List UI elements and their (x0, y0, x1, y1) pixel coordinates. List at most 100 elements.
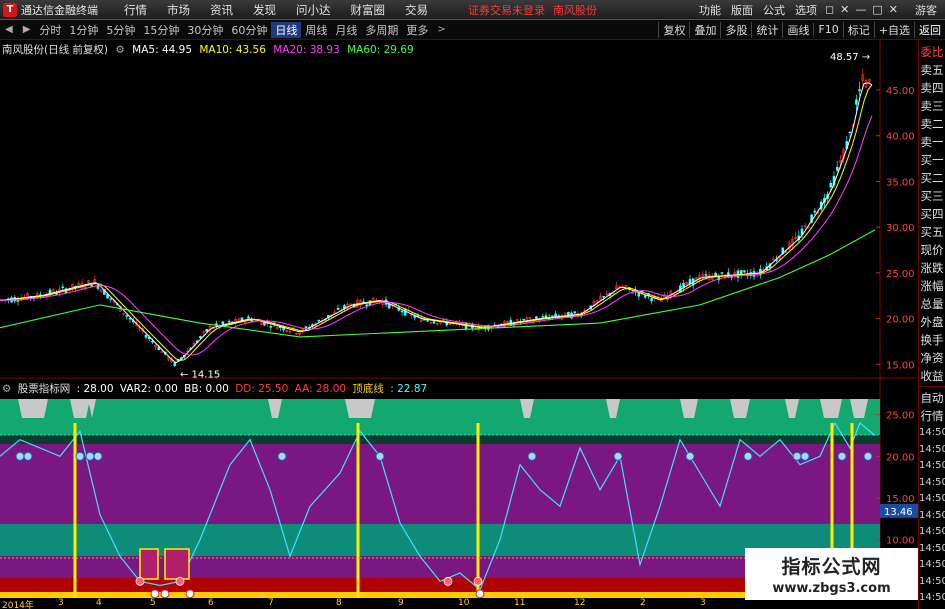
period-5min[interactable]: 5分钟 (102, 22, 139, 38)
menu-options[interactable]: 选项 (790, 2, 822, 18)
period-60min[interactable]: 60分钟 (227, 22, 271, 38)
rp-bid3[interactable]: 买三 (919, 187, 945, 205)
rp-time-row: 14:50 (919, 476, 945, 488)
candle-body (643, 295, 647, 298)
rp-ask1[interactable]: 卖一 (919, 133, 945, 151)
minimize-icon[interactable]: — (852, 3, 869, 16)
period-daily[interactable]: 日线 (271, 21, 302, 38)
rp-change[interactable]: 涨跌 (919, 259, 945, 277)
sell-signal-marker (277, 451, 287, 461)
candle-body (848, 131, 852, 134)
menu-trade[interactable]: 交易 (395, 2, 438, 18)
menu-functions[interactable]: 功能 (694, 2, 726, 18)
sell-signal-marker (837, 451, 847, 461)
f10-button[interactable]: F10 (813, 23, 842, 36)
candle-body (829, 182, 833, 188)
more-chevron-icon[interactable]: > (432, 24, 450, 35)
rp-price[interactable]: 现价 (919, 241, 945, 259)
plus-marker-icon (150, 589, 160, 599)
sell-signal-marker (685, 451, 695, 461)
rp-ask2[interactable]: 卖二 (919, 115, 945, 133)
next-arrow-icon[interactable]: ▶ (18, 24, 36, 35)
watermark-title: 指标公式网 (781, 556, 882, 578)
settings-gear-icon[interactable]: ⚙ (115, 44, 124, 56)
plus-marker-icon (475, 589, 485, 599)
signal-notch (18, 399, 48, 418)
rp-net-assets[interactable]: 净资 (919, 349, 945, 367)
rp-committee-ratio[interactable]: 委比 (919, 43, 945, 61)
period-monthly[interactable]: 月线 (331, 22, 361, 38)
statistics-button[interactable]: 统计 (751, 21, 782, 38)
period-intraday[interactable]: 分时 (35, 22, 65, 38)
chart-canvas[interactable]: 45.00 40.00 35.00 30.00 25.00 20.00 15.00 48.57… (0, 40, 918, 600)
current-stock-name: 南风股份 (553, 3, 597, 17)
x-tick: 3 (700, 598, 706, 608)
close-icon[interactable]: ✕ (886, 3, 901, 16)
signal-spike-bar (73, 423, 77, 598)
ind-tick-label: 20.00 (886, 452, 915, 463)
rp-ask4[interactable]: 卖四 (919, 79, 945, 97)
period-15min[interactable]: 15分钟 (139, 22, 183, 38)
candle-body (813, 210, 817, 213)
rp-volume[interactable]: 总量 (919, 295, 945, 313)
buy-signal-marker (443, 576, 453, 586)
rp-ask3[interactable]: 卖三 (919, 97, 945, 115)
period-multi[interactable]: 多周期 (361, 22, 402, 38)
rp-outer-volume[interactable]: 外盘 (919, 313, 945, 331)
rp-bid2[interactable]: 买二 (919, 169, 945, 187)
candle-body (173, 362, 177, 366)
candle-body (144, 334, 148, 338)
menu-market[interactable]: 市场 (157, 2, 200, 18)
y-tick-label: 35.00 (886, 177, 915, 188)
indicator-name[interactable]: 股票指标网 (18, 383, 71, 395)
draw-line-button[interactable]: 画线 (782, 21, 813, 38)
prev-arrow-icon[interactable]: ◀ (0, 24, 18, 35)
buy-signal-marker (175, 576, 185, 586)
rp-time-row: 14:50 (919, 509, 945, 521)
rp-bid1[interactable]: 买一 (919, 151, 945, 169)
restore-rights-button[interactable]: 复权 (658, 21, 689, 38)
overlay-button[interactable]: 叠加 (689, 21, 720, 38)
indicator-gear-icon[interactable]: ⚙ (2, 383, 11, 395)
restore-icon[interactable]: ◻ (822, 3, 837, 16)
indicator-topbottom-label: 顶底线 (352, 383, 384, 395)
ind-tick-label: 10.00 (886, 536, 915, 547)
signal-notch (345, 399, 375, 418)
period-weekly[interactable]: 周线 (301, 22, 331, 38)
chart-toolbar: ◀ ▶ 分时 1分钟 5分钟 15分钟 30分钟 60分钟 日线 周线 月线 多… (0, 20, 945, 40)
rp-bid5[interactable]: 买五 (919, 223, 945, 241)
period-more[interactable]: 更多 (402, 22, 432, 38)
bottom-signal-box (164, 548, 190, 580)
x-tick: 3 (58, 598, 64, 608)
add-watchlist-button[interactable]: +自选 (873, 21, 914, 38)
rp-auto[interactable]: 自动 (919, 389, 945, 407)
rp-ask5[interactable]: 卖五 (919, 61, 945, 79)
rp-turnover[interactable]: 换手 (919, 331, 945, 349)
menu-layout[interactable]: 版面 (726, 2, 758, 18)
chart-area[interactable]: 45.00 40.00 35.00 30.00 25.00 20.00 15.00 48.57… (0, 40, 918, 600)
rp-bid4[interactable]: 买四 (919, 205, 945, 223)
maximize-icon[interactable]: □ (869, 3, 885, 16)
menu-discover[interactable]: 发现 (243, 2, 286, 18)
ma10-label: MA10: 43.56 (199, 44, 266, 56)
sell-signal-marker (863, 451, 873, 461)
indicator-band (0, 435, 880, 444)
back-button[interactable]: 返回 (914, 21, 945, 38)
menu-news[interactable]: 资讯 (200, 2, 243, 18)
rp-earnings[interactable]: 收益 (919, 367, 945, 385)
menu-ask[interactable]: 问小达 (286, 2, 341, 18)
menu-quotes[interactable]: 行情 (114, 2, 157, 18)
multi-stock-button[interactable]: 多股 (720, 21, 751, 38)
period-1min[interactable]: 1分钟 (65, 22, 102, 38)
tool-close-icon[interactable]: ✕ (837, 3, 852, 16)
guest-label[interactable]: 游客 (915, 2, 937, 18)
menu-formula[interactable]: 公式 (758, 2, 790, 18)
ma5-line (0, 82, 873, 364)
login-status[interactable]: 证券交易未登录 (468, 2, 545, 18)
rp-quotes[interactable]: 行情 (919, 407, 945, 425)
rp-change-pct[interactable]: 涨幅 (919, 277, 945, 295)
mark-button[interactable]: 标记 (842, 21, 874, 38)
signal-spike-bar (356, 423, 360, 598)
menu-wealth[interactable]: 财富圈 (341, 2, 396, 18)
period-30min[interactable]: 30分钟 (183, 22, 227, 38)
